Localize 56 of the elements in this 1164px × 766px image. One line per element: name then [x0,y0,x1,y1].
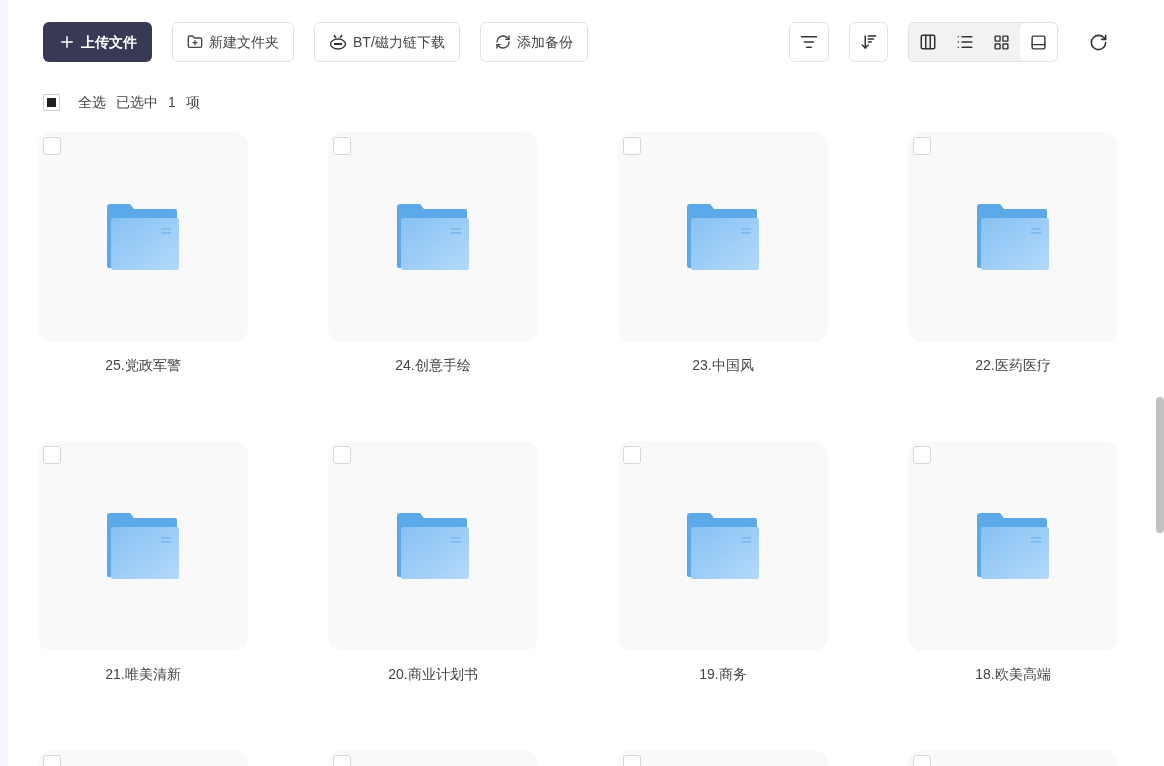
folder-icon [107,513,179,579]
toolbar-button[interactable]: BT/磁力链下载 [314,22,460,62]
folder-card[interactable] [38,132,248,342]
selection-count-text: 项 [185,92,200,112]
folder-name[interactable]: 25.党政军警 [105,355,181,375]
toolbar-button[interactable]: 添加备份 [479,22,588,62]
folder-card[interactable] [618,441,828,651]
sort-icon [859,33,878,51]
folder-plus-icon [187,34,203,50]
upload-button[interactable]: 上传文件 [43,22,152,62]
item-checkbox[interactable] [623,446,641,464]
sync-icon [494,34,511,50]
scrollbar-thumb[interactable] [1156,397,1164,533]
select-all-checkbox[interactable] [43,93,60,111]
folder-icon [687,513,759,579]
selection-count-text: 已选中 [116,92,158,112]
bt-icon [329,34,347,50]
select-all-label: 全选 [78,92,106,112]
folder-card[interactable] [908,132,1118,342]
sort-button[interactable] [849,22,888,62]
item-checkbox[interactable] [333,446,351,464]
grid-icon [993,33,1010,51]
folder-name[interactable]: 20.商业计划书 [388,664,478,684]
folder-card[interactable] [38,441,248,651]
item-checkbox[interactable] [913,137,931,155]
preview-view-button[interactable] [1020,23,1057,61]
plus-icon [58,33,76,51]
folder-icon [977,204,1049,270]
filter-button[interactable] [789,22,829,62]
refresh-icon [1088,32,1108,52]
folder-icon [977,513,1049,579]
folder-card[interactable] [618,132,828,342]
item-checkbox[interactable] [43,446,61,464]
folder-icon [107,204,179,270]
item-checkbox[interactable] [913,446,931,464]
folder-name[interactable]: 18.欧美高端 [975,664,1051,684]
folder-card[interactable] [328,441,538,651]
folder-card[interactable] [908,441,1118,651]
toolbar-button[interactable]: 新建文件夹 [172,22,294,62]
folder-icon [397,204,469,270]
filter-icon [800,33,818,51]
folder-name[interactable]: 19.商务 [699,664,747,684]
item-checkbox[interactable] [333,137,351,155]
folder-icon [397,513,469,579]
selection-count-text: 1 [168,92,176,112]
columns-icon [918,33,937,51]
folder-name[interactable]: 24.创意手绘 [395,355,471,375]
list-icon [955,33,974,51]
folder-name[interactable]: 22.医药医疗 [975,355,1051,375]
item-checkbox[interactable] [43,137,61,155]
folder-card[interactable] [328,132,538,342]
folder-icon [687,204,759,270]
folder-name[interactable]: 23.中国风 [692,355,754,375]
panel-icon [1030,33,1047,51]
item-checkbox[interactable] [623,137,641,155]
folder-name[interactable]: 21.唯美清新 [105,664,181,684]
